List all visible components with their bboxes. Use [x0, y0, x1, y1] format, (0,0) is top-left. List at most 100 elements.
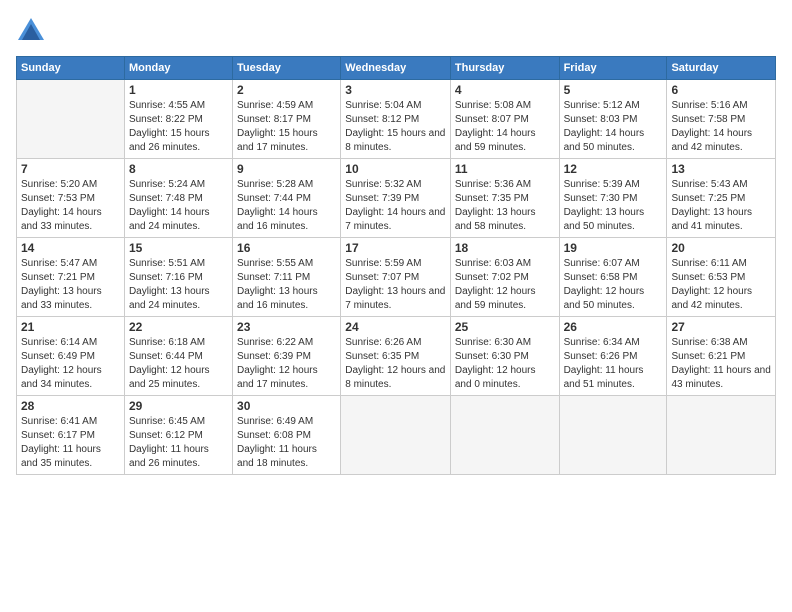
day-cell: 14 Sunrise: 5:47 AMSunset: 7:21 PMDayligh… — [17, 238, 125, 317]
calendar: SundayMondayTuesdayWednesdayThursdayFrid… — [16, 56, 776, 475]
day-number: 26 — [564, 320, 663, 334]
day-cell: 13 Sunrise: 5:43 AMSunset: 7:25 PMDayligh… — [667, 159, 776, 238]
header-thursday: Thursday — [450, 57, 559, 80]
day-cell: 21 Sunrise: 6:14 AMSunset: 6:49 PMDayligh… — [17, 317, 125, 396]
day-number: 11 — [455, 162, 555, 176]
day-number: 3 — [345, 83, 446, 97]
day-number: 1 — [129, 83, 228, 97]
day-cell: 28 Sunrise: 6:41 AMSunset: 6:17 PMDayligh… — [17, 396, 125, 475]
header-sunday: Sunday — [17, 57, 125, 80]
day-number: 17 — [345, 241, 446, 255]
day-number: 23 — [237, 320, 336, 334]
day-cell: 19Sunrise: 6:07 AMSunset: 6:58 PMDayligh… — [559, 238, 667, 317]
day-info: Sunrise: 6:18 AMSunset: 6:44 PMDaylight:… — [129, 336, 228, 392]
day-info: Sunrise: 4:55 AMSunset: 8:22 PMDaylight:… — [129, 99, 228, 155]
header-saturday: Saturday — [667, 57, 776, 80]
week-row-4: 21 Sunrise: 6:14 AMSunset: 6:49 PMDayligh… — [17, 317, 776, 396]
day-number: 22 — [129, 320, 228, 334]
day-cell: 18Sunrise: 6:03 AMSunset: 7:02 PMDayligh… — [450, 238, 559, 317]
day-number: 9 — [237, 162, 336, 176]
day-info: Sunrise: 5:08 AMSunset: 8:07 PMDaylight:… — [455, 99, 555, 155]
day-number: 28 — [21, 399, 120, 413]
day-cell — [450, 396, 559, 475]
day-number: 16 — [237, 241, 336, 255]
day-cell: 4 Sunrise: 5:08 AMSunset: 8:07 PMDaylight… — [450, 80, 559, 159]
day-info: Sunrise: 6:30 AMSunset: 6:30 PMDaylight:… — [455, 336, 555, 392]
day-cell — [559, 396, 667, 475]
day-number: 21 — [21, 320, 120, 334]
day-number: 5 — [564, 83, 663, 97]
day-info: Sunrise: 5:12 AMSunset: 8:03 PMDaylight:… — [564, 99, 663, 155]
day-info: Sunrise: 5:55 AMSunset: 7:11 PMDaylight:… — [237, 257, 336, 313]
day-info: Sunrise: 5:36 AMSunset: 7:35 PMDaylight:… — [455, 178, 555, 234]
day-cell: 3 Sunrise: 5:04 AMSunset: 8:12 PMDaylight… — [341, 80, 451, 159]
day-cell: 6 Sunrise: 5:16 AMSunset: 7:58 PMDaylight… — [667, 80, 776, 159]
day-number: 2 — [237, 83, 336, 97]
day-number: 15 — [129, 241, 228, 255]
day-info: Sunrise: 6:49 AMSunset: 6:08 PMDaylight:… — [237, 415, 336, 471]
day-cell: 22 Sunrise: 6:18 AMSunset: 6:44 PMDayligh… — [124, 317, 232, 396]
day-number: 29 — [129, 399, 228, 413]
day-info: Sunrise: 6:03 AMSunset: 7:02 PMDaylight:… — [455, 257, 555, 313]
header-monday: Monday — [124, 57, 232, 80]
day-cell: 11 Sunrise: 5:36 AMSunset: 7:35 PMDayligh… — [450, 159, 559, 238]
day-info: Sunrise: 5:51 AMSunset: 7:16 PMDaylight:… — [129, 257, 228, 313]
day-number: 12 — [564, 162, 663, 176]
day-cell: 10 Sunrise: 5:32 AMSunset: 7:39 PMDayligh… — [341, 159, 451, 238]
header — [16, 16, 776, 46]
day-number: 24 — [345, 320, 446, 334]
day-number: 6 — [671, 83, 771, 97]
day-cell: 17Sunrise: 5:59 AMSunset: 7:07 PMDayligh… — [341, 238, 451, 317]
day-number: 13 — [671, 162, 771, 176]
day-number: 25 — [455, 320, 555, 334]
week-row-5: 28 Sunrise: 6:41 AMSunset: 6:17 PMDayligh… — [17, 396, 776, 475]
day-number: 8 — [129, 162, 228, 176]
day-info: Sunrise: 5:39 AMSunset: 7:30 PMDaylight:… — [564, 178, 663, 234]
week-row-3: 14 Sunrise: 5:47 AMSunset: 7:21 PMDayligh… — [17, 238, 776, 317]
day-number: 27 — [671, 320, 771, 334]
day-number: 4 — [455, 83, 555, 97]
logo — [16, 16, 50, 46]
logo-icon — [16, 16, 46, 46]
day-cell: 20 Sunrise: 6:11 AMSunset: 6:53 PMDayligh… — [667, 238, 776, 317]
day-info: Sunrise: 6:14 AMSunset: 6:49 PMDaylight:… — [21, 336, 120, 392]
day-info: Sunrise: 6:22 AMSunset: 6:39 PMDaylight:… — [237, 336, 336, 392]
day-cell: 23 Sunrise: 6:22 AMSunset: 6:39 PMDayligh… — [233, 317, 341, 396]
day-cell: 8 Sunrise: 5:24 AMSunset: 7:48 PMDaylight… — [124, 159, 232, 238]
header-friday: Friday — [559, 57, 667, 80]
day-cell: 26 Sunrise: 6:34 AMSunset: 6:26 PMDayligh… — [559, 317, 667, 396]
day-info: Sunrise: 5:04 AMSunset: 8:12 PMDaylight:… — [345, 99, 446, 155]
day-cell — [341, 396, 451, 475]
week-row-2: 7Sunrise: 5:20 AMSunset: 7:53 PMDaylight… — [17, 159, 776, 238]
day-cell: 1 Sunrise: 4:55 AMSunset: 8:22 PMDaylight… — [124, 80, 232, 159]
day-info: Sunrise: 6:45 AMSunset: 6:12 PMDaylight:… — [129, 415, 228, 471]
day-info: Sunrise: 5:28 AMSunset: 7:44 PMDaylight:… — [237, 178, 336, 234]
week-row-1: 1 Sunrise: 4:55 AMSunset: 8:22 PMDaylight… — [17, 80, 776, 159]
day-cell: 7Sunrise: 5:20 AMSunset: 7:53 PMDaylight… — [17, 159, 125, 238]
day-info: Sunrise: 6:07 AMSunset: 6:58 PMDaylight:… — [564, 257, 663, 313]
day-cell: 27 Sunrise: 6:38 AMSunset: 6:21 PMDayligh… — [667, 317, 776, 396]
day-info: Sunrise: 6:34 AMSunset: 6:26 PMDaylight:… — [564, 336, 663, 392]
day-cell: 12 Sunrise: 5:39 AMSunset: 7:30 PMDayligh… — [559, 159, 667, 238]
page: SundayMondayTuesdayWednesdayThursdayFrid… — [0, 0, 792, 612]
day-cell: 5 Sunrise: 5:12 AMSunset: 8:03 PMDaylight… — [559, 80, 667, 159]
day-info: Sunrise: 5:43 AMSunset: 7:25 PMDaylight:… — [671, 178, 771, 234]
day-cell: 9 Sunrise: 5:28 AMSunset: 7:44 PMDaylight… — [233, 159, 341, 238]
day-info: Sunrise: 6:11 AMSunset: 6:53 PMDaylight:… — [671, 257, 771, 313]
day-info: Sunrise: 4:59 AMSunset: 8:17 PMDaylight:… — [237, 99, 336, 155]
day-info: Sunrise: 5:16 AMSunset: 7:58 PMDaylight:… — [671, 99, 771, 155]
day-info: Sunrise: 6:38 AMSunset: 6:21 PMDaylight:… — [671, 336, 771, 392]
day-number: 10 — [345, 162, 446, 176]
day-number: 20 — [671, 241, 771, 255]
day-info: Sunrise: 5:47 AMSunset: 7:21 PMDaylight:… — [21, 257, 120, 313]
day-cell: 15 Sunrise: 5:51 AMSunset: 7:16 PMDayligh… — [124, 238, 232, 317]
day-info: Sunrise: 5:24 AMSunset: 7:48 PMDaylight:… — [129, 178, 228, 234]
header-tuesday: Tuesday — [233, 57, 341, 80]
day-number: 14 — [21, 241, 120, 255]
calendar-header-row: SundayMondayTuesdayWednesdayThursdayFrid… — [17, 57, 776, 80]
day-info: Sunrise: 5:20 AMSunset: 7:53 PMDaylight:… — [21, 178, 120, 234]
day-number: 30 — [237, 399, 336, 413]
day-cell: 29 Sunrise: 6:45 AMSunset: 6:12 PMDayligh… — [124, 396, 232, 475]
day-info: Sunrise: 5:32 AMSunset: 7:39 PMDaylight:… — [345, 178, 446, 234]
day-info: Sunrise: 6:41 AMSunset: 6:17 PMDaylight:… — [21, 415, 120, 471]
